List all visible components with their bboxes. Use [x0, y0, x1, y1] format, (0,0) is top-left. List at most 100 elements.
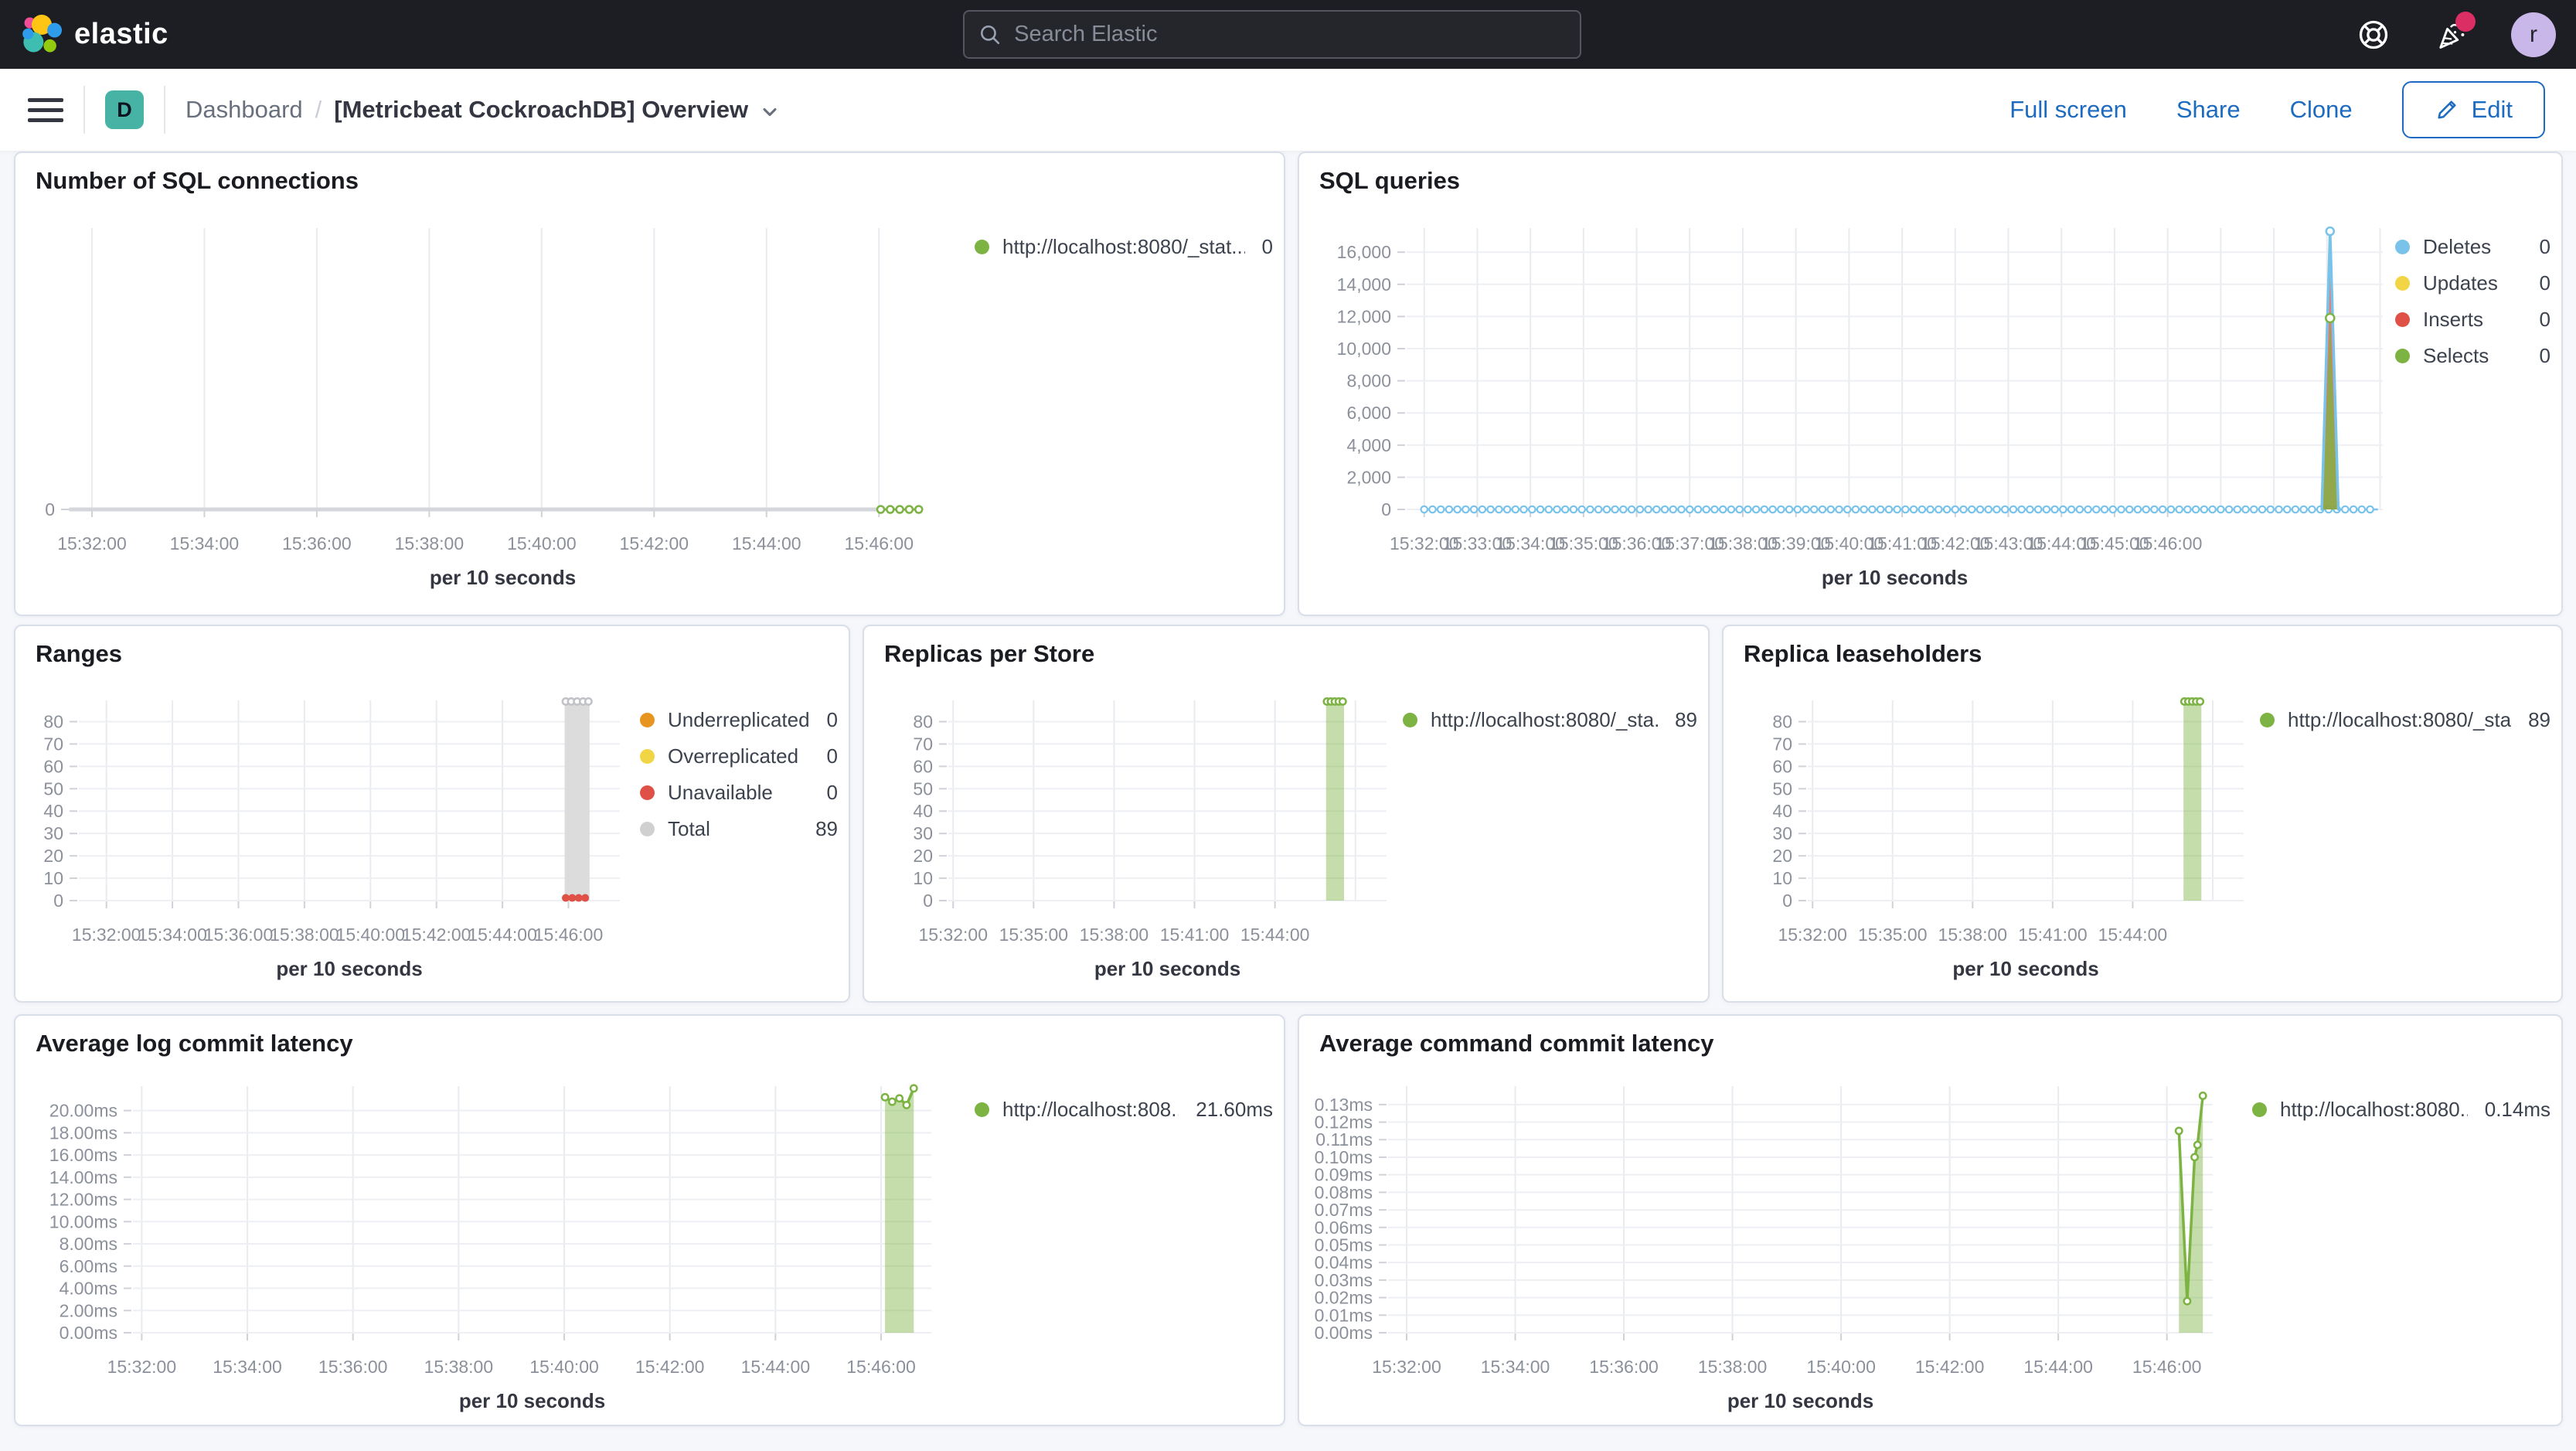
- svg-text:0.08ms: 0.08ms: [1315, 1182, 1373, 1202]
- svg-text:15:44:00: 15:44:00: [732, 533, 801, 553]
- svg-text:20: 20: [1772, 846, 1792, 866]
- user-avatar[interactable]: r: [2511, 12, 2556, 57]
- svg-text:2,000: 2,000: [1346, 467, 1391, 487]
- clone-button[interactable]: Clone: [2290, 96, 2353, 124]
- series-color-dot: [975, 240, 989, 254]
- legend-item[interactable]: Inserts 0: [2395, 308, 2550, 332]
- global-search[interactable]: [963, 10, 1581, 59]
- divider: [164, 86, 165, 134]
- svg-text:80: 80: [1772, 711, 1792, 731]
- svg-text:15:32:00: 15:32:00: [107, 1357, 177, 1377]
- series-color-dot: [640, 785, 655, 800]
- legend-label: Unavailable: [668, 781, 773, 804]
- legend-item[interactable]: Underreplicated 0: [640, 708, 838, 732]
- chart-legend: http://localhost:8080/_stat... 0: [975, 199, 1284, 615]
- svg-text:0.06ms: 0.06ms: [1315, 1218, 1373, 1238]
- legend-item[interactable]: http://localhost:8080/_sta... 89: [2260, 708, 2550, 732]
- svg-text:15:44:00: 15:44:00: [468, 925, 537, 945]
- legend-item[interactable]: http://localhost:8080/_stat... 0: [975, 235, 1273, 259]
- svg-text:10: 10: [913, 868, 933, 888]
- svg-text:0: 0: [1381, 499, 1391, 519]
- legend-item[interactable]: Overreplicated 0: [640, 744, 838, 768]
- edit-button[interactable]: Edit: [2401, 81, 2545, 138]
- legend-value: 21.60ms: [1196, 1098, 1273, 1121]
- elastic-logo[interactable]: elastic: [22, 14, 168, 55]
- svg-text:15:44:00: 15:44:00: [741, 1357, 811, 1377]
- svg-text:15:35:00: 15:35:00: [1858, 925, 1928, 945]
- svg-text:15:46:00: 15:46:00: [844, 533, 914, 553]
- chart-legend: http://localhost:8080/_sta... 89: [2260, 673, 2561, 1001]
- svg-text:4.00ms: 4.00ms: [60, 1279, 117, 1299]
- svg-text:0.10ms: 0.10ms: [1315, 1147, 1373, 1167]
- title-menu-button[interactable]: [759, 101, 781, 123]
- panel-title: SQL queries: [1319, 167, 1461, 194]
- svg-text:15:46:00: 15:46:00: [534, 925, 604, 945]
- menu-button[interactable]: [28, 92, 63, 128]
- panel-sql-queries: SQL queries 15:32:00 15:33:00 15:34:00 15:3…: [1298, 152, 2563, 616]
- svg-text:0.05ms: 0.05ms: [1315, 1235, 1373, 1255]
- series-color-dot: [2395, 276, 2410, 291]
- search-input[interactable]: [1012, 21, 1566, 48]
- breadcrumb-separator: /: [315, 96, 322, 123]
- svg-text:12.00ms: 12.00ms: [49, 1190, 117, 1210]
- svg-text:8,000: 8,000: [1346, 371, 1391, 391]
- svg-text:15:44:00: 15:44:00: [2098, 925, 2168, 945]
- ranges-chart[interactable]: 15:32:0015:34:0015:36:0015:38:0015:40:00…: [15, 673, 640, 1004]
- panel-title: Number of SQL connections: [36, 167, 359, 194]
- svg-text:60: 60: [913, 756, 933, 776]
- full-screen-button[interactable]: Full screen: [2009, 96, 2127, 124]
- svg-text:15:42:00: 15:42:00: [1915, 1357, 1985, 1377]
- page-title: [Metricbeat CockroachDB] Overview: [334, 96, 749, 123]
- svg-text:16,000: 16,000: [1337, 242, 1391, 262]
- series-color-dot: [640, 822, 655, 836]
- svg-text:40: 40: [913, 801, 933, 821]
- svg-text:15:32:00: 15:32:00: [918, 925, 988, 945]
- sql-connections-chart[interactable]: 15:32:00 15:34:00 15:36:00 15:38:00 15:40:00…: [15, 199, 975, 618]
- svg-text:70: 70: [1772, 734, 1792, 754]
- command-commit-latency-chart[interactable]: 15:32:00 15:34:00 15:36:00 15:38:00 15:40:00…: [1299, 1062, 2252, 1428]
- legend-value: 0.14ms: [2484, 1098, 2550, 1121]
- legend-item[interactable]: Updates 0: [2395, 271, 2550, 295]
- svg-text:15:40:00: 15:40:00: [1806, 1357, 1876, 1377]
- svg-text:0.11ms: 0.11ms: [1315, 1129, 1373, 1150]
- dashboard-app-badge[interactable]: D: [105, 90, 144, 129]
- svg-text:15:35:00: 15:35:00: [999, 925, 1069, 945]
- legend-value: 89: [815, 817, 838, 840]
- log-commit-latency-chart[interactable]: 15:32:00 15:34:00 15:36:00 15:38:00 15:40:00…: [15, 1062, 975, 1428]
- svg-text:30: 30: [913, 823, 933, 843]
- svg-text:18.00ms: 18.00ms: [49, 1122, 117, 1143]
- breadcrumb-bar: D Dashboard / [Metricbeat CockroachDB] O…: [0, 69, 2576, 151]
- replica-leaseholders-chart[interactable]: 15:32:00 15:35:00 15:38:00 15:41:00 15:44:00…: [1724, 673, 2260, 1004]
- legend-label: Updates: [2423, 271, 2498, 295]
- panel-replica-leaseholders: Replica leaseholders 15:32:00 15:35:00 15:…: [1722, 625, 2563, 1003]
- share-button[interactable]: Share: [2176, 96, 2241, 124]
- svg-text:10.00ms: 10.00ms: [49, 1211, 117, 1231]
- newsfeed-button[interactable]: [2434, 11, 2476, 52]
- series-color-dot: [2395, 349, 2410, 363]
- svg-text:15:41:00: 15:41:00: [1160, 925, 1230, 945]
- panel-title: Replicas per Store: [884, 640, 1095, 667]
- svg-text:0.00ms: 0.00ms: [60, 1323, 117, 1343]
- svg-text:10: 10: [1772, 868, 1792, 888]
- legend-item[interactable]: http://localhost:8080... 0.14ms: [2252, 1098, 2550, 1122]
- svg-text:0.02ms: 0.02ms: [1315, 1288, 1373, 1308]
- svg-text:12,000: 12,000: [1337, 306, 1391, 326]
- legend-label: Selects: [2423, 344, 2489, 367]
- help-button[interactable]: [2357, 18, 2391, 52]
- replicas-per-store-chart[interactable]: 15:32:00 15:35:00 15:38:00 15:41:00 15:44:00…: [864, 673, 1403, 1004]
- legend-item[interactable]: Selects 0: [2395, 344, 2550, 368]
- svg-text:20.00ms: 20.00ms: [49, 1101, 117, 1121]
- legend-item[interactable]: http://localhost:8080/_sta... 89: [1403, 708, 1697, 732]
- legend-item[interactable]: Total 89: [640, 817, 838, 841]
- chart-legend: Underreplicated 0 Overreplicated 0 Unavailab…: [640, 673, 849, 1001]
- svg-text:per 10 seconds: per 10 seconds: [1094, 957, 1240, 980]
- legend-item[interactable]: Unavailable 0: [640, 781, 838, 805]
- edit-button-label: Edit: [2471, 96, 2513, 123]
- breadcrumb-dashboard-link[interactable]: Dashboard: [185, 96, 303, 124]
- legend-item[interactable]: http://localhost:808... 21.60ms: [975, 1098, 1273, 1122]
- sql-queries-chart[interactable]: 15:32:0015:33:0015:34:0015:35:0015:36:00…: [1299, 199, 2395, 618]
- svg-text:0.01ms: 0.01ms: [1315, 1305, 1373, 1325]
- legend-item[interactable]: Deletes 0: [2395, 235, 2550, 259]
- legend-value: 0: [826, 708, 838, 731]
- svg-text:2.00ms: 2.00ms: [60, 1300, 117, 1320]
